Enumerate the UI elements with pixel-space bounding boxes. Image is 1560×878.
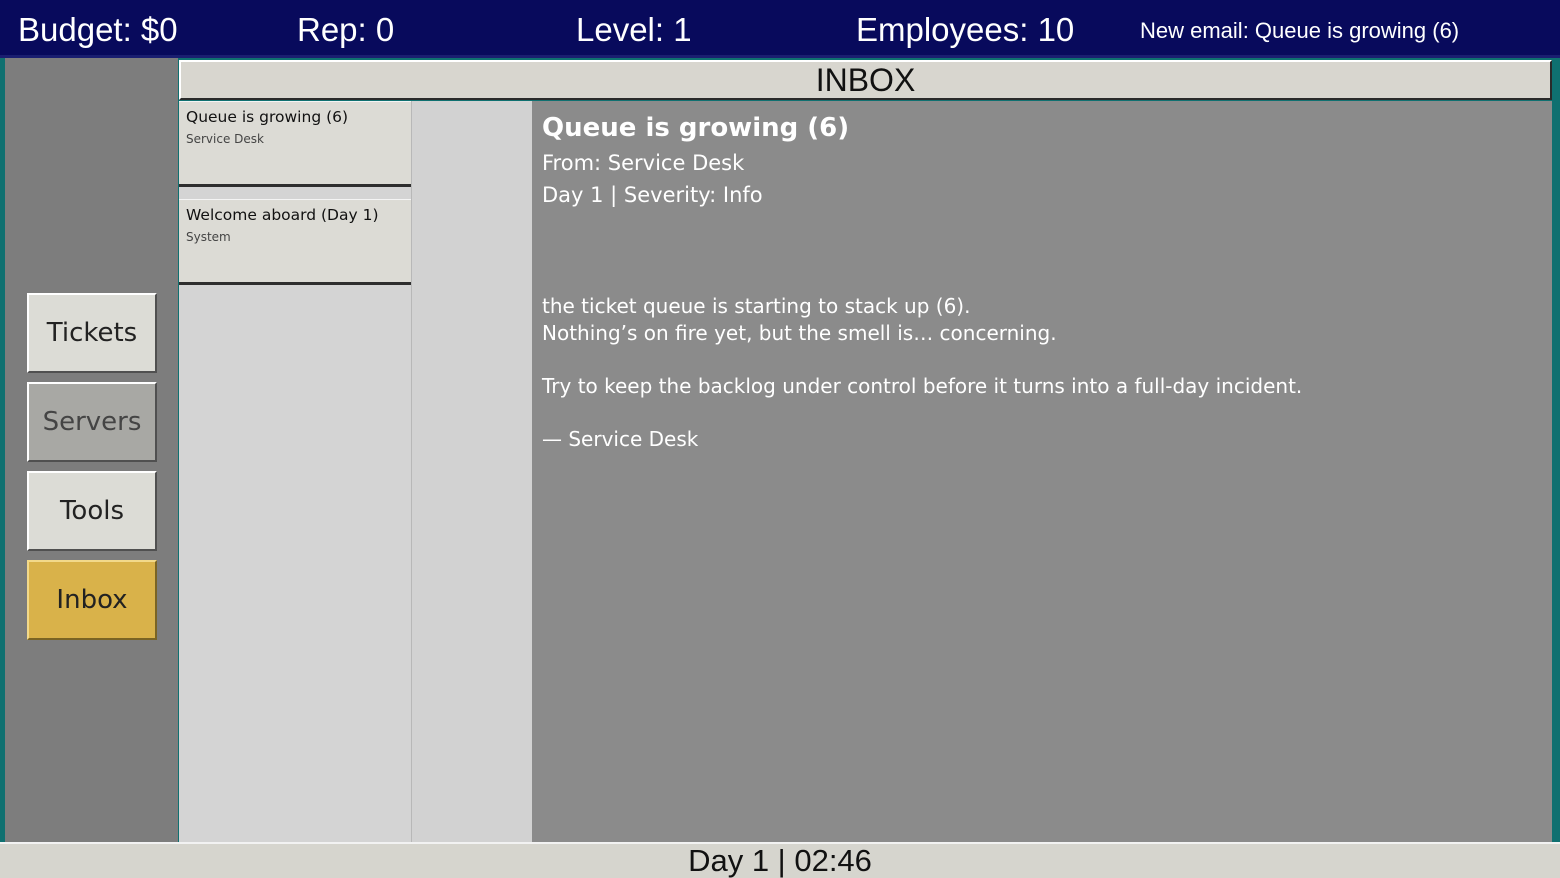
budget-display: Budget: $0 [18,11,178,48]
email-list-item[interactable]: Queue is growing (6) Service Desk [179,101,411,187]
inbox-button[interactable]: Inbox [27,560,157,640]
email-sender: Service Desk [186,132,264,146]
message-signature: — Service Desk [542,427,699,451]
message-body-line: Nothing’s on fire yet, but the smell is…… [542,321,1057,345]
game-window: Budget: $0 Rep: 0 Level: 1 Employees: 10… [0,0,1560,878]
message-sender: From: Service Desk [542,151,745,175]
message-meta: Day 1 | Severity: Info [542,183,763,207]
employees-display: Employees: 10 [856,11,1075,48]
tools-button[interactable]: Tools [27,471,157,551]
top-status-bar: Budget: $0 Rep: 0 Level: 1 Employees: 10… [0,0,1560,58]
message-view: Queue is growing (6) From: Service Desk … [532,101,1552,842]
list-gutter [412,101,532,842]
new-email-notification[interactable]: New email: Queue is growing (6) [1140,16,1459,46]
email-list-item[interactable]: Welcome aboard (Day 1) System [179,199,411,285]
level-display: Level: 1 [576,11,692,48]
servers-button[interactable]: Servers [27,382,157,462]
inbox-title: INBOX [179,60,1552,100]
message-subject: Queue is growing (6) [542,113,850,143]
reputation-display: Rep: 0 [297,11,395,48]
message-body-line: the ticket queue is starting to stack up… [542,294,971,318]
message-body-line: Try to keep the backlog under control be… [542,374,1303,398]
message-body: the ticket queue is starting to stack up… [542,293,1542,453]
email-list: Queue is growing (6) Service Desk Welcom… [179,101,412,842]
email-sender: System [186,230,231,244]
tickets-button[interactable]: Tickets [27,293,157,373]
window-edge [1552,58,1560,842]
email-subject: Welcome aboard (Day 1) [186,206,379,224]
email-subject: Queue is growing (6) [186,108,349,126]
game-clock: Day 1 | 02:46 [0,842,1560,878]
left-nav-panel: Tickets Servers Tools Inbox [5,58,178,842]
